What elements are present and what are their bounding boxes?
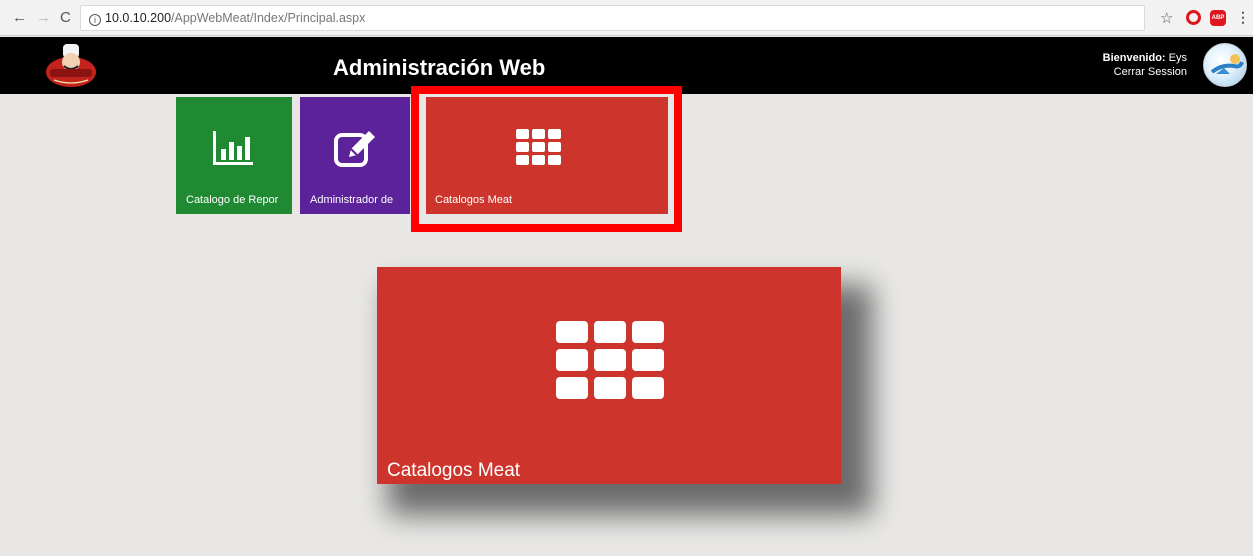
user-name: Eys (1168, 52, 1187, 64)
browser-toolbar: ← → C i 10.0.10.200/AppWebMeat/Index/Prin… (0, 0, 1253, 36)
info-icon[interactable]: i (89, 14, 101, 26)
tile-label: Catalogo de Repor (186, 194, 279, 206)
url-host: 10.0.10.200 (105, 11, 172, 25)
zoomed-tile-label: Catalogos Meat (387, 460, 521, 481)
tile-reports-catalog[interactable]: Catalogo de Repor (176, 97, 292, 214)
browser-menu-icon[interactable]: ⋮ (1236, 9, 1250, 26)
reload-icon[interactable]: C (60, 9, 71, 27)
welcome-line: Bienvenido: Eys (1103, 51, 1187, 65)
opera-extension-icon[interactable] (1186, 10, 1201, 25)
adblock-extension-icon[interactable]: ABP (1210, 10, 1226, 26)
back-arrow-icon[interactable]: ← (12, 9, 27, 27)
highlight-annotation-box (411, 86, 682, 232)
bookmark-star-icon[interactable]: ☆ (1160, 9, 1173, 27)
grid-icon (556, 321, 664, 399)
url-path: /AppWebMeat/Index/Principal.aspx (171, 11, 366, 25)
avatar[interactable] (1203, 43, 1247, 87)
address-bar[interactable]: i 10.0.10.200/AppWebMeat/Index/Principal.… (80, 5, 1145, 31)
user-block: Bienvenido: Eys Cerrar Session (1103, 51, 1187, 79)
forward-arrow-icon[interactable]: → (36, 9, 51, 27)
zoomed-tile-meat-catalogs[interactable]: Catalogos Meat (377, 267, 841, 484)
avatar-image (1210, 54, 1244, 74)
tile-administrator[interactable]: Administrador de (300, 97, 410, 214)
edit-icon (334, 131, 375, 167)
company-logo[interactable] (44, 40, 98, 90)
welcome-label: Bienvenido: (1102, 52, 1166, 64)
tile-label: Administrador de (310, 194, 394, 206)
logout-link[interactable]: Cerrar Session (1103, 65, 1187, 79)
bar-chart-icon (213, 131, 253, 165)
page-title: Administración Web (333, 55, 546, 80)
